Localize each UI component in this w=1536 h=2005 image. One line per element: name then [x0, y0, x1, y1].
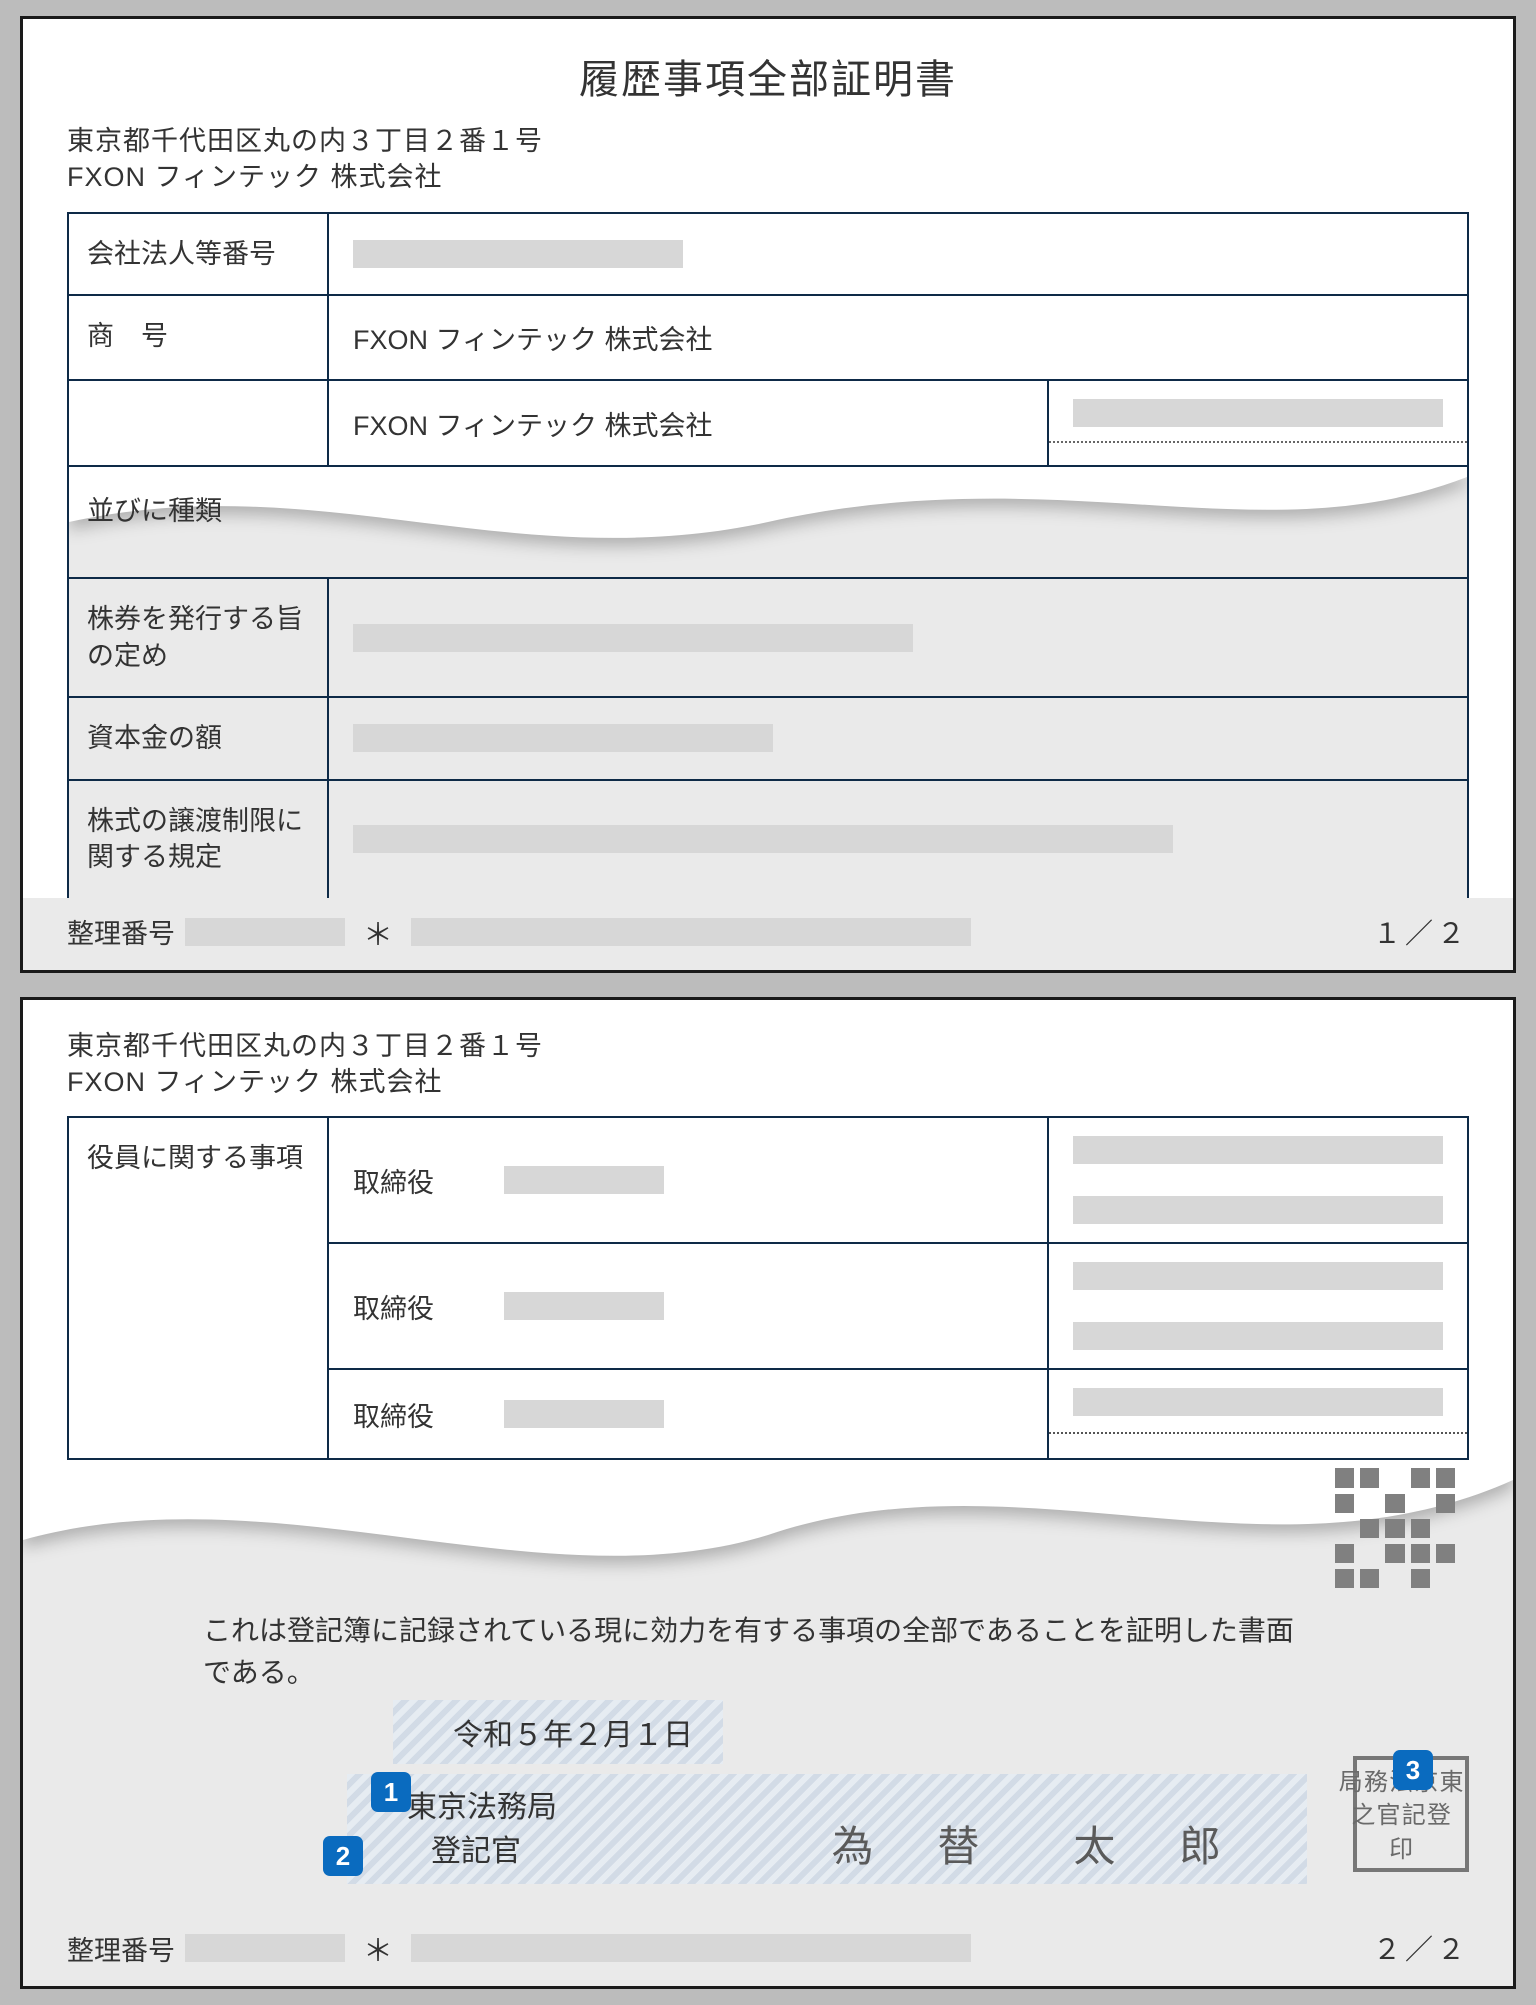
header-address-block: 東京都千代田区丸の内３丁目２番１号 FXON フィンテック 株式会社 — [23, 123, 1513, 206]
issue-date: 令和５年２月１日 — [393, 1700, 723, 1764]
officer-3: 取締役 — [329, 1370, 1047, 1458]
label-capital: 資本金の額 — [69, 698, 329, 778]
label-narabi: 並びに種類 — [87, 489, 222, 528]
redacted-bar — [353, 624, 913, 652]
page-number-2: ２／２ — [1373, 1928, 1469, 1968]
director-label: 取締役 — [353, 1395, 434, 1434]
director-label: 取締役 — [353, 1287, 434, 1326]
redacted-bar — [185, 918, 345, 946]
document-title: 履歴事項全部証明書 — [23, 19, 1513, 123]
page-number: １／２ — [1373, 912, 1469, 952]
redacted-bar — [1073, 399, 1443, 427]
certificate-page-1: 履歴事項全部証明書 東京都千代田区丸の内３丁目２番１号 FXON フィンテック … — [20, 16, 1516, 973]
qr-code-icon — [1335, 1468, 1455, 1588]
redacted-bar — [411, 1934, 971, 1962]
officer-1: 取締役 — [329, 1118, 1047, 1242]
footer-asterisk: ＊ — [363, 910, 393, 954]
redacted-bar — [1073, 1388, 1443, 1416]
value-trade-name: FXON フィンテック 株式会社 — [329, 296, 1467, 379]
certificate-page-2: 東京都千代田区丸の内３丁目２番１号 FXON フィンテック 株式会社 役員に関す… — [20, 997, 1516, 1990]
redacted-bar — [353, 724, 773, 752]
officers-table: 役員に関する事項 取締役 取締役 — [67, 1116, 1469, 1460]
seiri-label: 整理番号 — [67, 912, 175, 951]
annotation-badge-2: 2 — [323, 1836, 363, 1876]
row-stock-issue: 株券を発行する旨の定め — [69, 579, 1467, 696]
label-empty — [69, 381, 329, 465]
officer-3-right — [1047, 1370, 1467, 1458]
label-trade-name: 商 号 — [69, 296, 329, 379]
officer-2-right — [1047, 1244, 1467, 1368]
officer-row-3: 取締役 — [329, 1368, 1467, 1458]
certification-area: これは登記簿に記録されている現に効力を有する事項の全部であることを証明した書面で… — [23, 1610, 1513, 1914]
officer-row-2: 取締役 — [329, 1242, 1467, 1368]
redacted-bar — [1073, 1136, 1443, 1164]
trade-name-2-text: FXON フィンテック 株式会社 — [329, 381, 1047, 465]
registration-table-bottom: 株券を発行する旨の定め 資本金の額 株式の譲渡制限に関する規定 — [69, 577, 1467, 897]
officer-1-right — [1047, 1118, 1467, 1242]
label-stock-issue: 株券を発行する旨の定め — [69, 579, 329, 696]
row-trade-name: 商 号 FXON フィンテック 株式会社 — [69, 294, 1467, 379]
redacted-bar — [411, 918, 971, 946]
value-stock-issue — [329, 579, 1467, 696]
registrar-name: 為 替 太 郎 — [832, 1813, 1247, 1874]
value-trade-name-2: FXON フィンテック 株式会社 — [329, 381, 1467, 465]
director-label: 取締役 — [353, 1161, 434, 1200]
company-address-2: 東京都千代田区丸の内３丁目２番１号 — [67, 1028, 1469, 1064]
trade-name-2-right — [1047, 381, 1467, 465]
page1-footer: 整理番号 ＊ １／２ — [23, 898, 1513, 970]
row-officers: 役員に関する事項 取締役 取締役 — [69, 1118, 1467, 1458]
redacted-bar — [504, 1292, 664, 1320]
redacted-bar — [1073, 1322, 1443, 1350]
redacted-bar — [504, 1166, 664, 1194]
value-corp-number — [329, 214, 1467, 294]
label-officers: 役員に関する事項 — [69, 1118, 329, 1458]
company-name: FXON フィンテック 株式会社 — [67, 159, 1469, 195]
footer-asterisk-2: ＊ — [363, 1926, 393, 1970]
officer-row-1: 取締役 — [329, 1118, 1467, 1242]
header-address-block-2: 東京都千代田区丸の内３丁目２番１号 FXON フィンテック 株式会社 — [23, 1000, 1513, 1111]
redacted-bar — [1073, 1196, 1443, 1224]
row-transfer-restrict: 株式の譲渡制限に関する規定 — [69, 779, 1467, 898]
label-transfer-restrict: 株式の譲渡制限に関する規定 — [69, 781, 329, 898]
torn-divider: 並びに種類 — [69, 467, 1467, 577]
officer-2: 取締役 — [329, 1244, 1047, 1368]
label-corp-number: 会社法人等番号 — [69, 214, 329, 294]
redacted-bar — [504, 1400, 664, 1428]
company-address: 東京都千代田区丸の内３丁目２番１号 — [67, 123, 1469, 159]
officers-rows: 取締役 取締役 — [329, 1118, 1467, 1458]
row-capital: 資本金の額 — [69, 696, 1467, 778]
redacted-bar — [353, 240, 683, 268]
registration-table-top: 会社法人等番号 商 号 FXON フィンテック 株式会社 FXON フィンテック… — [67, 212, 1469, 467]
redacted-bar — [353, 825, 1173, 853]
bureau-block: 東京法務局 登記官 為 替 太 郎 — [347, 1774, 1307, 1884]
seiri-label-2: 整理番号 — [67, 1929, 175, 1968]
torn-divider-2 — [23, 1460, 1513, 1610]
annotation-badge-1: 1 — [371, 1772, 411, 1812]
company-name-2: FXON フィンテック 株式会社 — [67, 1064, 1469, 1100]
value-capital — [329, 698, 1467, 778]
page2-footer: 整理番号 ＊ ２／２ — [23, 1914, 1513, 1986]
certification-statement: これは登記簿に記録されている現に効力を有する事項の全部であることを証明した書面で… — [23, 1610, 1513, 1694]
row-trade-name-2: FXON フィンテック 株式会社 — [69, 379, 1467, 465]
redacted-bar — [185, 1934, 345, 1962]
annotation-badge-3: 3 — [1393, 1750, 1433, 1790]
value-transfer-restrict — [329, 781, 1467, 898]
row-corp-number: 会社法人等番号 — [69, 214, 1467, 294]
redacted-bar — [1073, 1262, 1443, 1290]
